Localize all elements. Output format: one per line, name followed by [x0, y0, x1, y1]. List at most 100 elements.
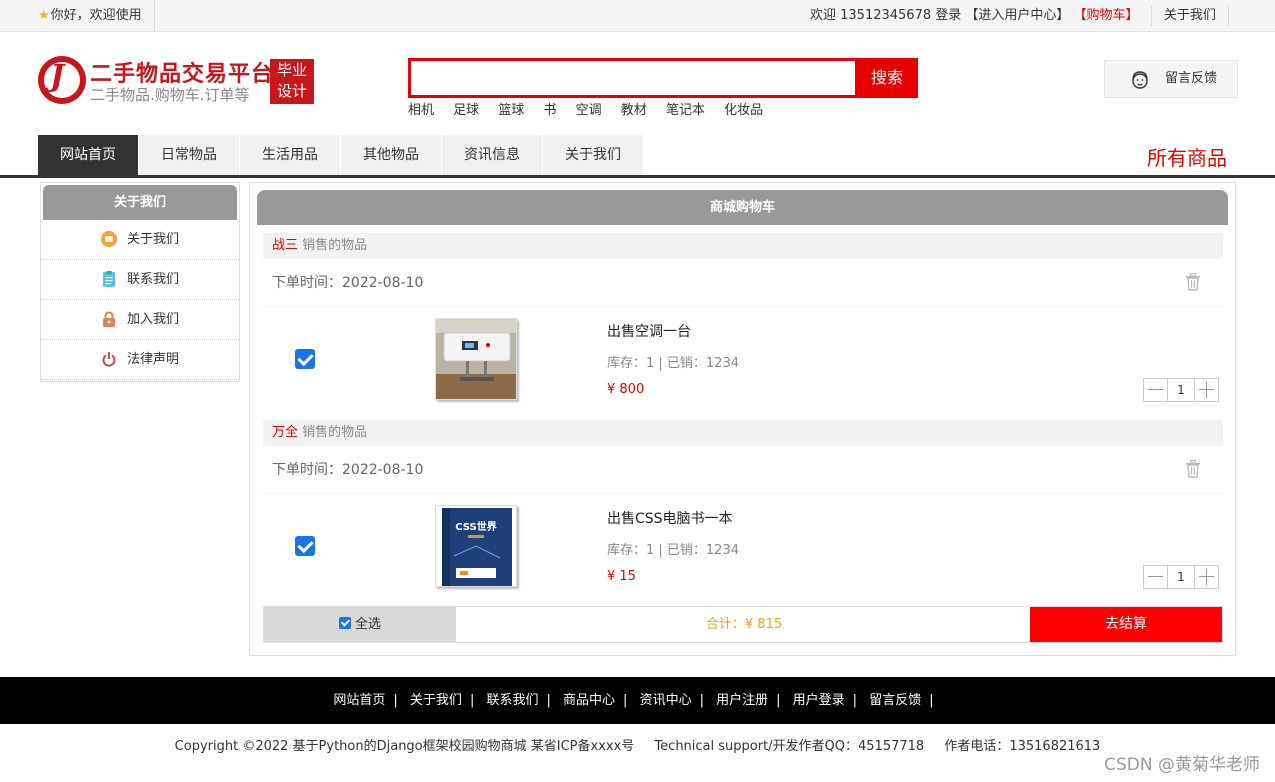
welcome-text: 你好，欢迎使用 — [50, 8, 142, 23]
cart-summary-bar: 全选 合计：¥ 815 去结算 — [263, 606, 1223, 643]
divider: | — [929, 693, 934, 708]
product-image[interactable] — [435, 318, 517, 400]
nav-item-living[interactable]: 生活用品 — [240, 135, 341, 175]
phone-text: 作者电话：13516821613 — [944, 739, 1101, 754]
item-checkbox[interactable] — [295, 349, 315, 369]
product-image[interactable]: CSS世界 — [435, 505, 517, 587]
quantity-input[interactable]: 1 — [1168, 379, 1194, 401]
trash-icon[interactable] — [1185, 460, 1201, 478]
select-all-toggle[interactable]: 全选 — [264, 607, 456, 642]
divider — [1228, 5, 1229, 26]
about-link[interactable]: 关于我们 — [1164, 0, 1216, 31]
copyright: Copyright ©2022 基于Python的Django框架校园购物商城 … — [0, 735, 1275, 754]
footer-link-home[interactable]: 网站首页 — [333, 693, 385, 708]
select-all-label: 全选 — [354, 617, 381, 632]
divider: | — [623, 693, 628, 708]
cart-total: 合计：¥ 815 — [705, 617, 783, 632]
footer-link-about[interactable]: 关于我们 — [410, 693, 462, 708]
order-time-row: 下单时间：2022-08-10 — [263, 446, 1223, 494]
hotword-link[interactable]: 化妆品 — [724, 103, 763, 118]
product-price: ¥ 15 — [607, 569, 636, 584]
sidebar-item-about[interactable]: 关于我们 — [41, 220, 239, 260]
hotword-link[interactable]: 书 — [543, 103, 556, 118]
order-time-row: 下单时间：2022-08-10 — [263, 259, 1223, 307]
folder-icon — [100, 230, 117, 247]
sidebar: 关于我们 关于我们 联系我们 加入我们 法律声明 — [40, 182, 240, 382]
seller-header: 战三 销售的物品 — [263, 233, 1223, 259]
clipboard-icon — [102, 270, 115, 287]
welcome-user-text: 欢迎 13512345678 登录 — [810, 8, 962, 23]
order-time: 下单时间：2022-08-10 — [272, 275, 424, 291]
increase-button[interactable] — [1194, 566, 1218, 588]
footer-link-feedback[interactable]: 留言反馈 — [869, 693, 921, 708]
product-stock: 库存：1 | 已销：1234 — [607, 356, 739, 371]
seller-name[interactable]: 万全 — [272, 425, 298, 440]
product-price: ¥ 800 — [607, 382, 645, 397]
water-heater-image — [436, 319, 516, 399]
product-title[interactable]: 出售CSS电脑书一本 — [607, 508, 733, 528]
sidebar-item-join[interactable]: 加入我们 — [41, 300, 239, 340]
divider: | — [699, 693, 704, 708]
increase-button[interactable] — [1194, 379, 1218, 401]
hotword-link[interactable]: 教材 — [621, 103, 647, 118]
star-icon: ★ — [38, 8, 50, 23]
divider: | — [469, 693, 475, 708]
nav-item-other[interactable]: 其他物品 — [341, 135, 442, 175]
sidebar-item-label: 联系我们 — [126, 272, 179, 287]
sidebar-item-contact[interactable]: 联系我们 — [41, 260, 239, 300]
checkout-button[interactable]: 去结算 — [1030, 607, 1222, 642]
all-goods-link[interactable]: 所有商品 — [1147, 142, 1227, 171]
product-title[interactable]: 出售空调一台 — [607, 321, 691, 341]
badge-line-2: 设计 — [276, 82, 307, 100]
hotword-link[interactable]: 笔记本 — [666, 103, 705, 118]
order-time: 下单时间：2022-08-10 — [272, 462, 424, 478]
hotword-link[interactable]: 空调 — [576, 103, 602, 118]
nav-item-home[interactable]: 网站首页 — [38, 135, 139, 175]
quantity-input[interactable]: 1 — [1168, 566, 1194, 588]
top-right-links: 欢迎 13512345678 登录 【进入用户中心】 【购物车】 关于我们 — [810, 0, 1229, 31]
footer-link-goods[interactable]: 商品中心 — [563, 693, 615, 708]
footer-link-news[interactable]: 资讯中心 — [640, 693, 692, 708]
nav-item-daily[interactable]: 日常物品 — [139, 135, 240, 175]
cart-title: 商城购物车 — [257, 190, 1228, 225]
footer-link-login[interactable]: 用户登录 — [793, 693, 845, 708]
lock-icon — [102, 310, 115, 327]
search-button[interactable]: 搜索 — [856, 58, 918, 98]
seller-header: 万全 销售的物品 — [263, 420, 1223, 446]
welcome-left: ★你好，欢迎使用 — [38, 0, 155, 31]
quantity-stepper: 1 — [1143, 378, 1219, 402]
sidebar-item-label: 法律声明 — [126, 352, 179, 367]
site-subtitle: 二手物品.购物车.订单等 — [90, 86, 250, 104]
user-center-link[interactable]: 【进入用户中心】 — [965, 0, 1069, 31]
hotword-link[interactable]: 篮球 — [498, 103, 524, 118]
nav-item-news[interactable]: 资讯信息 — [442, 135, 543, 175]
search-input[interactable] — [408, 58, 858, 98]
divider: | — [393, 693, 398, 708]
item-checkbox[interactable] — [295, 536, 315, 556]
nav-item-about[interactable]: 关于我们 — [543, 135, 644, 175]
logo-icon[interactable]: J — [38, 56, 86, 104]
divider: | — [546, 693, 551, 708]
sidebar-item-legal[interactable]: 法律声明 — [41, 340, 239, 380]
watermark: CSDN @黄菊华老师 — [1104, 755, 1260, 775]
seller-name[interactable]: 战三 — [272, 238, 298, 253]
book-title: CSS世界 — [455, 520, 496, 533]
hotword-link[interactable]: 相机 — [408, 103, 434, 118]
sidebar-title: 关于我们 — [43, 185, 237, 220]
cart-panel: 商城购物车 战三 销售的物品 下单时间：2022-08-10 出售空调一台 库存… — [249, 182, 1236, 656]
footer-link-contact[interactable]: 联系我们 — [486, 693, 538, 708]
copyright-text: Copyright ©2022 基于Python的Django框架校园购物商城 … — [174, 739, 635, 754]
trash-icon[interactable] — [1185, 273, 1201, 291]
select-all-checkbox[interactable] — [338, 616, 351, 629]
decrease-button[interactable] — [1144, 379, 1168, 401]
main-nav: 网站首页 日常物品 生活用品 其他物品 资讯信息 关于我们 — [38, 135, 644, 175]
seller-suffix: 销售的物品 — [302, 238, 368, 253]
footer-link-register[interactable]: 用户注册 — [716, 693, 768, 708]
cart-link[interactable]: 【购物车】 — [1074, 0, 1139, 31]
site-footer-nav: 网站首页 | 关于我们 | 联系我们 | 商品中心 | 资讯中心 | 用户注册 | 用户登录… — [0, 677, 1275, 724]
feedback-label: 留言反馈 — [1165, 71, 1218, 86]
feedback-button[interactable]: 留言反馈 — [1104, 60, 1238, 98]
seller-suffix: 销售的物品 — [302, 425, 368, 440]
hotword-link[interactable]: 足球 — [453, 103, 479, 118]
decrease-button[interactable] — [1144, 566, 1168, 588]
